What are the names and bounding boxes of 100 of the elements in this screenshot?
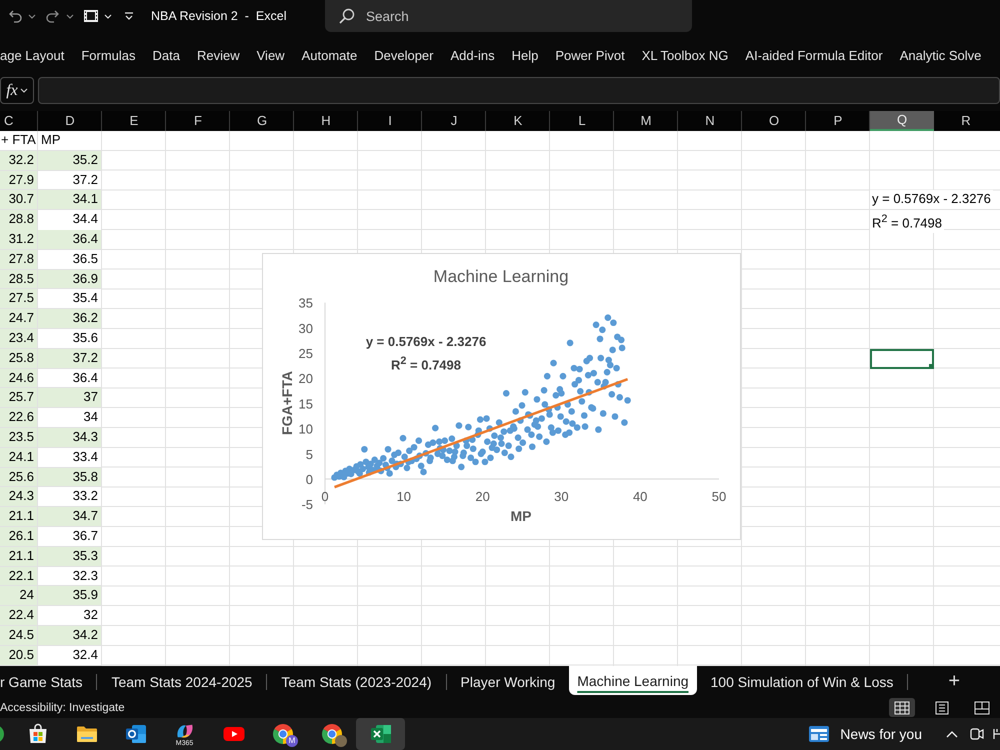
page-layout-icon <box>934 700 950 714</box>
table-cell: 36.4 <box>38 230 102 250</box>
y-axis-title: FGA+FTA <box>279 371 295 435</box>
sheet-tab[interactable]: Team Stats (2023-2024) <box>267 666 446 697</box>
table-cell: 35.9 <box>38 586 102 606</box>
column-header[interactable]: M <box>614 111 678 131</box>
table-cell: 24.7 <box>0 309 38 329</box>
trendline-equation: y = 0.5769x - 2.3276 <box>366 334 486 350</box>
sheet-tab[interactable]: Player Working <box>446 666 570 697</box>
table-cell: 30.7 <box>0 190 38 210</box>
table-cell: 37.2 <box>38 170 102 190</box>
table-cell: 21.1 <box>0 507 38 527</box>
table-cell: 32.3 <box>38 566 102 586</box>
ribbon-tab[interactable]: Developer <box>374 48 434 62</box>
table-cell: 31.2 <box>0 230 38 250</box>
taskbar-button[interactable]: M <box>258 718 307 750</box>
y-tick-label: 35 <box>298 296 313 311</box>
column-header[interactable]: I <box>358 111 422 131</box>
redo-icon[interactable] <box>45 8 61 24</box>
spreadsheet-icon <box>368 722 392 746</box>
search-field[interactable]: Search <box>325 0 692 32</box>
cell-value: y = 0.5769x - 2.3276 <box>870 190 993 210</box>
table-cell: 24.6 <box>0 368 38 388</box>
table-cell: 35.8 <box>38 468 102 488</box>
table-cell: 20.5 <box>0 646 38 666</box>
y-tick-label: 0 <box>306 472 313 487</box>
column-header[interactable]: N <box>678 111 742 131</box>
table-cell: 27.9 <box>0 170 38 190</box>
sheet-tab[interactable]: r Game Stats <box>0 666 96 697</box>
y-tick-label: 10 <box>298 422 313 437</box>
table-cell: 35.3 <box>38 546 102 567</box>
y-tick-label: 15 <box>298 396 313 412</box>
mail-icon <box>124 722 148 746</box>
ribbon-tab[interactable]: Add-ins <box>450 48 495 62</box>
table-cell: 24 <box>0 586 38 606</box>
table-cell: 32.2 <box>0 150 38 171</box>
tray-icon[interactable] <box>992 726 1000 742</box>
table-cell: 27.5 <box>0 289 38 310</box>
ribbon-tab[interactable]: AI-aided Formula Editor <box>745 48 883 62</box>
column-header[interactable]: L <box>550 111 614 131</box>
ribbon-tab[interactable]: age Layout <box>0 48 64 62</box>
view-button[interactable] <box>889 698 915 717</box>
x-tick-label: 40 <box>632 489 648 504</box>
sheet-tab[interactable]: Machine Learning <box>569 666 697 695</box>
undo-icon[interactable] <box>7 8 23 24</box>
x-tick-label: 0 <box>321 489 329 504</box>
chevron-down-icon[interactable] <box>28 14 36 18</box>
column-header[interactable]: G <box>230 111 294 131</box>
ribbon-tab[interactable]: Analytic Solve <box>900 48 982 62</box>
sheet-tab[interactable]: Team Stats 2024-2025 <box>97 666 266 697</box>
film-icon[interactable] <box>83 8 99 24</box>
column-header[interactable]: O <box>742 111 806 131</box>
ribbon-tab[interactable]: Help <box>512 48 538 62</box>
ribbon-tab[interactable]: Automate <box>302 48 358 62</box>
ribbon-tab[interactable]: View <box>256 48 285 62</box>
column-header[interactable]: F <box>166 111 230 131</box>
fill-handle-icon[interactable] <box>929 364 934 369</box>
table-cell: 24.3 <box>0 487 38 508</box>
table-cell: 27.8 <box>0 250 38 270</box>
chart-title: Machine Learning <box>433 267 569 286</box>
ribbon-tab[interactable]: XL Toolbox NG <box>642 48 728 62</box>
chevron-down-icon[interactable] <box>20 88 28 93</box>
table-cell: 28.5 <box>0 270 38 290</box>
chevron-down-icon[interactable] <box>66 14 74 18</box>
y-tick-label: 25 <box>298 346 313 361</box>
table-cell: 36.9 <box>38 270 102 290</box>
table-cell: 22.4 <box>0 606 38 626</box>
column-header[interactable]: R <box>934 111 998 131</box>
ribbon-tab[interactable]: Power Pivot <box>555 48 625 62</box>
ribbon-tab[interactable]: Review <box>197 48 240 62</box>
x-tick-label: 20 <box>475 489 490 504</box>
table-cell: 23.4 <box>0 328 38 349</box>
news-button[interactable]: News for you <box>808 725 922 743</box>
add-sheet-button[interactable]: + <box>948 666 960 697</box>
chevron-up-icon[interactable] <box>946 730 958 738</box>
browser-icon <box>270 722 294 746</box>
table-cell: 25.8 <box>0 348 38 369</box>
avatar-icon <box>335 735 347 747</box>
table-cell: 35.2 <box>38 150 102 171</box>
formula-input[interactable] <box>38 77 1000 104</box>
table-cell: 24.5 <box>0 626 38 646</box>
sheet-tab[interactable]: 100 Simulation of Win & Loss <box>696 666 908 697</box>
insert-function-button[interactable]: fx <box>0 77 34 104</box>
ribbon-tab[interactable]: Formulas <box>81 48 136 62</box>
ribbon-tab[interactable]: Data <box>152 48 180 62</box>
column-header[interactable]: Q <box>870 111 934 131</box>
column-header[interactable]: E <box>102 111 166 131</box>
column-header[interactable]: J <box>422 111 486 131</box>
customize-icon[interactable] <box>124 11 134 21</box>
column-header[interactable]: D <box>38 111 102 131</box>
table-cell: 37.2 <box>38 348 102 369</box>
column-header[interactable]: K <box>486 111 550 131</box>
table-cell: 23.5 <box>0 428 38 448</box>
column-header[interactable]: H <box>294 111 358 131</box>
table-cell: 25.6 <box>0 468 38 488</box>
column-header[interactable]: P <box>806 111 870 131</box>
column-header[interactable]: C <box>0 111 38 131</box>
accessibility-status[interactable]: Accessibility: Investigate <box>0 702 125 714</box>
camera-icon[interactable] <box>970 726 984 742</box>
table-cell: 34.1 <box>38 190 102 210</box>
